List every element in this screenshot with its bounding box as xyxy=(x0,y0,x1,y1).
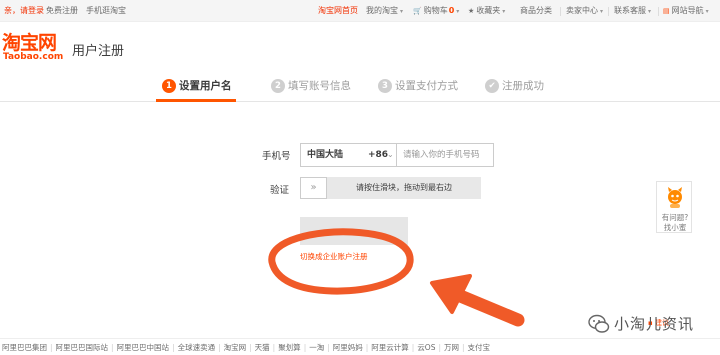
footer-divider: | xyxy=(327,343,330,352)
footer-link[interactable]: 支付宝 xyxy=(468,342,491,354)
topbar-divider xyxy=(560,7,561,16)
free-register-link[interactable]: 免费注册 xyxy=(46,0,78,22)
chevron-down-icon: ▾ xyxy=(400,8,404,15)
cart-menu[interactable]: 🛒 购物车0 ▾ xyxy=(413,0,459,23)
footer-divider: | xyxy=(365,343,369,352)
steps-divider xyxy=(0,101,720,102)
taobao-logo[interactable]: 淘宝网 Taobao.com xyxy=(2,33,68,63)
page-title: 用户注册 xyxy=(72,44,125,59)
step-success: ✔ 注册成功 xyxy=(485,78,544,94)
footer-divider: | xyxy=(111,343,114,352)
checkmark-icon: ✔ xyxy=(485,79,499,93)
annotation-arrow-head xyxy=(430,274,472,314)
step-label: 设置用户名 xyxy=(179,80,232,92)
menu-grid-icon: ▤ xyxy=(663,7,670,15)
footer-divider: | xyxy=(172,343,175,352)
site-nav-label: 网站导航 xyxy=(671,6,704,15)
step-number: 2 xyxy=(271,79,285,93)
step-label: 注册成功 xyxy=(502,80,544,92)
region-code: +86 xyxy=(368,150,389,160)
chevron-down-icon: ▾ xyxy=(456,8,460,15)
cart-icon: 🛒 xyxy=(413,7,422,15)
chevron-down-icon: ▾ xyxy=(648,8,652,15)
active-step-indicator xyxy=(156,99,236,102)
footer-divider: | xyxy=(50,343,53,352)
topbar-divider xyxy=(608,7,609,16)
registration-steps: 1 设置用户名 2 填写账号信息 3 设置支付方式 ✔ 注册成功 xyxy=(0,70,720,102)
customer-service-menu[interactable]: 联系客服 ▾ xyxy=(614,0,651,23)
footer-divider: | xyxy=(303,343,307,352)
star-icon: ★ xyxy=(468,7,475,15)
cart-label: 购物车 xyxy=(423,6,448,15)
footer-link[interactable]: 万网 xyxy=(444,342,459,354)
phone-label: 手机号 xyxy=(262,151,291,162)
footer-link[interactable]: 阿里巴巴集团 xyxy=(2,342,47,354)
site-topbar: 亲，请登录 免费注册 手机逛淘宝 淘宝网首页 我的淘宝 ▾ 🛒 购物车0 ▾ ★ 收藏夹… xyxy=(0,0,720,22)
annotation-arrow-shaft xyxy=(439,283,525,327)
cart-count: 0 xyxy=(448,6,455,15)
categories-link[interactable]: 商品分类 xyxy=(520,0,552,22)
step-number: 3 xyxy=(378,79,392,93)
country-code-select[interactable]: 中国大陆 +86 ⌄ xyxy=(300,143,397,167)
footer-divider: | xyxy=(272,343,276,352)
region-name: 中国大陆 xyxy=(307,150,344,160)
seller-center-menu[interactable]: 卖家中心 ▾ xyxy=(566,0,603,23)
seller-center-label: 卖家中心 xyxy=(566,6,598,15)
footer-divider: | xyxy=(462,343,465,352)
logo-text-cn: 淘宝网 xyxy=(2,32,57,54)
footer-link[interactable]: 云OS xyxy=(417,342,435,354)
footer-link[interactable]: 阿里云计算 xyxy=(371,342,409,354)
my-taobao-label: 我的淘宝 xyxy=(366,6,398,15)
footer-link[interactable]: 阿里妈妈 xyxy=(333,342,363,354)
footer-links: 阿里巴巴集团 | 阿里巴巴国际站 | 阿里巴巴中国站 | 全球速卖通 | 淘宝网 | 天猫 | 聚划算 |… xyxy=(2,342,490,354)
page: 亲，请登录 免费注册 手机逛淘宝 淘宝网首页 我的淘宝 ▾ 🛒 购物车0 ▾ ★ 收藏夹… xyxy=(0,0,720,355)
site-nav-menu[interactable]: ▤ 网站导航 ▾ xyxy=(663,0,709,23)
slider-instruction: 请按住滑块，拖动到最右边 xyxy=(356,183,452,192)
logo-text-en: Taobao.com xyxy=(3,52,64,62)
step-label: 设置支付方式 xyxy=(395,80,458,92)
step-account-info: 2 填写账号信息 xyxy=(271,78,351,94)
watermark-text: 小淘儿资讯 xyxy=(614,315,695,333)
footer-link[interactable]: 全球速卖通 xyxy=(178,342,216,354)
footer-link[interactable]: 淘宝网 xyxy=(224,342,247,354)
footer-link[interactable]: 聚划算 xyxy=(278,342,301,354)
taobao-home-link[interactable]: 淘宝网首页 xyxy=(318,0,358,22)
step-number: 1 xyxy=(162,79,176,93)
next-button[interactable] xyxy=(300,217,408,245)
footer-link[interactable]: 阿里巴巴国际站 xyxy=(56,342,109,354)
footer: 阿里巴巴集团 | 阿里巴巴国际站 | 阿里巴巴中国站 | 全球速卖通 | 淘宝网 | 天猫 | 聚划算 |… xyxy=(0,338,720,355)
customer-service-label: 联系客服 xyxy=(614,6,646,15)
footer-divider: | xyxy=(218,343,221,352)
chevron-down-icon: ⌄ xyxy=(387,150,394,159)
slider-captcha: » 请按住滑块，拖动到最右边 xyxy=(300,177,481,199)
footer-divider: | xyxy=(411,343,415,352)
verify-label: 验证 xyxy=(270,185,290,196)
login-link[interactable]: 亲，请登录 xyxy=(4,0,44,22)
favorites-menu[interactable]: ★ 收藏夹 ▾ xyxy=(468,0,505,23)
slider-handle[interactable]: » xyxy=(300,177,327,199)
step-set-username: 1 设置用户名 xyxy=(162,78,232,94)
footer-divider: | xyxy=(438,343,442,352)
step-payment-method: 3 设置支付方式 xyxy=(378,78,458,94)
footer-link[interactable]: 阿里巴巴中国站 xyxy=(117,342,170,354)
wechat-icon xyxy=(588,314,610,333)
my-taobao-menu[interactable]: 我的淘宝 ▾ xyxy=(366,0,403,23)
footer-divider: | xyxy=(249,343,252,352)
chevron-down-icon: ▾ xyxy=(600,8,604,15)
step-label: 填写账号信息 xyxy=(288,80,351,92)
chevron-down-icon: ▾ xyxy=(502,8,506,15)
phone-number-input[interactable] xyxy=(396,143,494,167)
topbar-divider xyxy=(658,7,659,16)
help-widget[interactable]: 有问题? 找小蜜 xyxy=(656,181,692,233)
mobile-taobao-link[interactable]: 手机逛淘宝 xyxy=(86,0,126,22)
favorites-label: 收藏夹 xyxy=(476,6,501,15)
footer-link[interactable]: 天猫 xyxy=(255,342,270,354)
help-line-assistant: 找小蜜 xyxy=(663,223,687,232)
chevron-down-icon: ▾ xyxy=(705,8,709,15)
footer-link[interactable]: 一淘 xyxy=(309,342,324,354)
phone-input-group: 中国大陆 +86 ⌄ xyxy=(300,143,494,167)
assistant-mascot-icon xyxy=(668,187,682,208)
enterprise-register-link[interactable]: 切换成企业账户注册 xyxy=(300,251,368,262)
